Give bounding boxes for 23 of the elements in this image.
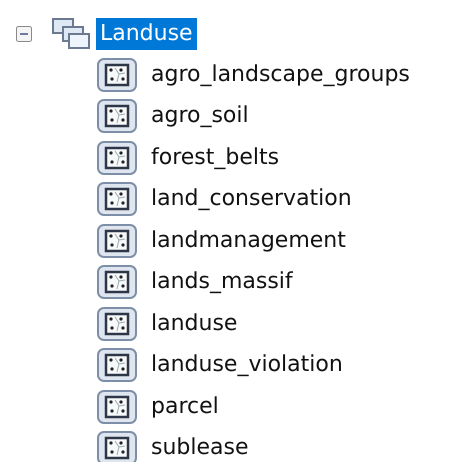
map-layer-icon	[97, 224, 137, 258]
map-layer-icon	[97, 182, 137, 216]
map-layer-icon	[97, 58, 137, 92]
map-layer-icon	[97, 306, 137, 341]
map-layer-icon	[97, 348, 137, 382]
tree-item[interactable]: Landuse	[96, 18, 197, 50]
tree-item[interactable]: forest_belts	[147, 142, 284, 174]
stacked-windows-icon	[51, 16, 91, 50]
tree-item[interactable]: lands_massif	[147, 266, 297, 298]
map-layer-icon	[97, 99, 137, 134]
tree-item[interactable]: landuse	[147, 308, 242, 340]
tree-item[interactable]: agro_soil	[147, 100, 253, 132]
map-layer-icon	[97, 140, 137, 175]
tree-item[interactable]: agro_landscape_groups	[147, 58, 414, 91]
tree-item[interactable]: landmanagement	[147, 224, 350, 257]
tree-item[interactable]: landuse_violation	[147, 349, 347, 382]
tree-item[interactable]: sublease	[147, 432, 252, 462]
map-layer-icon	[97, 390, 137, 424]
tree-item[interactable]: land_conservation	[147, 183, 356, 216]
tree-item[interactable]: parcel	[147, 390, 223, 423]
collapse-toggle[interactable]	[16, 26, 32, 42]
map-layer-icon	[97, 431, 137, 462]
map-layer-icon	[97, 265, 137, 300]
